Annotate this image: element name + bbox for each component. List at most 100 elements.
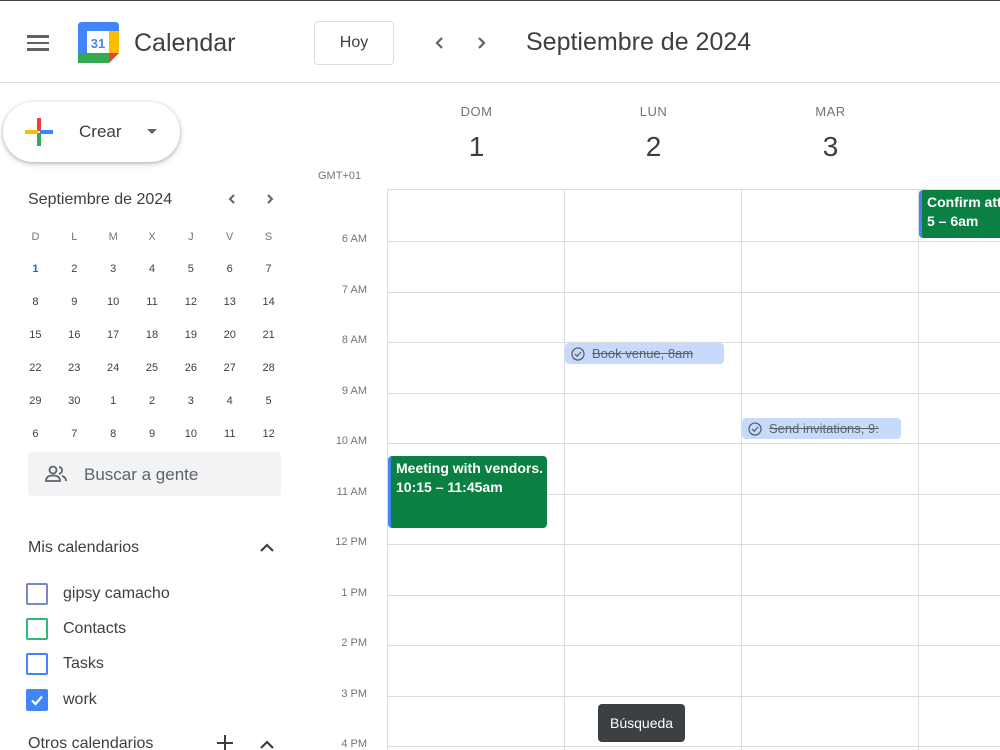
top-bar: 31 Calendar Hoy Septiembre de 2024	[0, 0, 1000, 83]
mini-calendar-day[interactable]: 28	[249, 353, 288, 383]
plus-icon	[25, 118, 53, 146]
logo-day: 31	[91, 36, 105, 51]
mini-calendar-day[interactable]: 8	[16, 287, 55, 317]
today-button[interactable]: Hoy	[314, 21, 394, 65]
next-week-button[interactable]	[465, 27, 497, 59]
mini-calendar-day[interactable]: 2	[133, 386, 172, 416]
mini-calendar-title: Septiembre de 2024	[28, 191, 173, 208]
mini-calendar-day[interactable]: 2	[55, 254, 94, 284]
mini-calendar-day[interactable]: 10	[94, 287, 133, 317]
mini-calendar-day[interactable]: 23	[55, 353, 94, 383]
calendar-checkbox[interactable]	[26, 653, 48, 675]
weekday-label: D	[31, 231, 40, 243]
create-button[interactable]: Crear	[3, 102, 180, 162]
day-header[interactable]: MAR 3	[742, 104, 919, 163]
mini-calendar-day[interactable]: 3	[171, 386, 210, 416]
mini-calendar-day[interactable]: 12	[249, 419, 288, 449]
mini-calendar-day[interactable]: 10	[171, 419, 210, 449]
day-number[interactable]: 1	[388, 131, 565, 163]
mini-calendar-day[interactable]: 7	[249, 254, 288, 284]
mini-calendar-weeks: 1 2 3 4 5 6 7 8 9 10 11 12 13 14 15 16 17 18 19 20 21 22 23 24 2…	[16, 252, 288, 450]
day-header[interactable]: LUN 2	[565, 104, 742, 163]
mini-calendar-day[interactable]: 1	[94, 386, 133, 416]
mini-calendar-day[interactable]: 16	[55, 320, 94, 350]
mini-calendar-day[interactable]: 21	[249, 320, 288, 350]
mini-calendar-day[interactable]: 11	[210, 419, 249, 449]
weekday-label: S	[264, 231, 273, 243]
day-number[interactable]: 3	[742, 131, 919, 163]
mini-calendar-day[interactable]: 22	[16, 353, 55, 383]
chevron-up-icon[interactable]	[258, 539, 276, 557]
calendar-event[interactable]: Meeting with vendors. 10:15 – 11:45am	[388, 456, 547, 528]
current-period-title: Septiembre de 2024	[526, 28, 752, 56]
hour-label: 12 PM	[335, 536, 367, 548]
calendar-list-item[interactable]: gipsy camacho	[26, 580, 170, 608]
task-done-icon	[571, 346, 585, 361]
event-time: 10:15 – 11:45am	[396, 479, 503, 495]
check-icon	[31, 695, 43, 706]
mini-calendar-day[interactable]: 19	[171, 320, 210, 350]
mini-calendar-day[interactable]: 12	[171, 287, 210, 317]
completed-task[interactable]: Book venue, 8am	[565, 343, 724, 364]
day-header[interactable]: DOM 1	[388, 104, 565, 163]
mini-calendar-day[interactable]: 30	[55, 386, 94, 416]
calendar-list-item[interactable]: Tasks	[26, 650, 104, 678]
mini-calendar-day[interactable]: 20	[210, 320, 249, 350]
hamburger-icon	[27, 35, 49, 38]
chevron-up-icon[interactable]	[258, 736, 276, 750]
mini-calendar-day[interactable]: 11	[133, 287, 172, 317]
mini-calendar-day[interactable]: 8	[94, 419, 133, 449]
weekday-label: M	[108, 231, 118, 243]
calendar-checkbox[interactable]	[26, 583, 48, 605]
mini-calendar-day[interactable]: 6	[210, 254, 249, 284]
mini-calendar-day[interactable]: 3	[94, 254, 133, 284]
main-menu-button[interactable]	[18, 23, 58, 63]
calendar-list-item[interactable]: work	[26, 686, 97, 714]
mini-calendar-day[interactable]: 18	[133, 320, 172, 350]
mini-calendar-prev-button[interactable]	[222, 189, 242, 210]
mini-calendar-day[interactable]: 14	[249, 287, 288, 317]
mini-calendar-day[interactable]: 5	[171, 254, 210, 284]
mini-calendar-day[interactable]: 13	[210, 287, 249, 317]
hour-label: 8 AM	[341, 334, 367, 346]
previous-week-button[interactable]	[424, 27, 456, 59]
mini-calendar-week: 1234567	[16, 252, 288, 285]
weekday-label: J	[188, 231, 194, 243]
weekday-label: V	[226, 231, 234, 243]
calendar-checkbox[interactable]	[26, 618, 48, 640]
mini-calendar-day[interactable]: 17	[94, 320, 133, 350]
calendar-list-item[interactable]: Contacts	[26, 615, 126, 643]
calendar-checkbox[interactable]	[26, 689, 48, 711]
mini-calendar-day[interactable]: 27	[210, 353, 249, 383]
week-grid[interactable]: Meeting with vendors. 10:15 – 11:45am Co…	[387, 189, 1000, 750]
people-search-input[interactable]: Buscar a gente	[28, 452, 281, 496]
day-name: LUN	[639, 104, 668, 119]
calendar-event[interactable]: Confirm att 5 – 6am	[919, 190, 1000, 238]
my-calendars-title: Mis calendarios	[28, 539, 140, 556]
mini-calendar-day[interactable]: 24	[94, 353, 133, 383]
mini-calendar-day[interactable]: 4	[210, 386, 249, 416]
hour-label: 11 AM	[336, 485, 367, 498]
mini-calendar-day[interactable]: 15	[16, 320, 55, 350]
hour-label: 7 AM	[341, 283, 367, 296]
mini-calendar-day[interactable]: 9	[133, 419, 172, 449]
hour-label: 4 PM	[341, 738, 367, 750]
completed-task[interactable]: Send invitations, 9:	[742, 418, 901, 439]
day-number[interactable]: 2	[565, 131, 742, 163]
mini-calendar-day[interactable]: 7	[55, 419, 94, 449]
event-title: Confirm att	[927, 194, 1000, 210]
mini-calendar-next-button[interactable]	[260, 189, 280, 210]
mini-calendar-day[interactable]: 5	[249, 386, 288, 416]
people-search-placeholder: Buscar a gente	[84, 465, 199, 484]
mini-calendar-day[interactable]: 29	[16, 386, 55, 416]
mini-calendar-today[interactable]: 1	[16, 253, 55, 284]
mini-calendar-grid: D L M X J V S 1 2 3 4 5 6 7 8 9 10 11 12 13 14 15 16 17 1…	[16, 222, 288, 450]
add-calendar-icon[interactable]	[215, 733, 235, 750]
mini-calendar-day[interactable]: 25	[133, 353, 172, 383]
hour-label: 9 AM	[341, 384, 367, 397]
mini-calendar-day[interactable]: 6	[16, 419, 55, 449]
create-label: Crear	[79, 122, 122, 141]
mini-calendar-day[interactable]: 9	[55, 287, 94, 317]
mini-calendar-day[interactable]: 4	[133, 254, 172, 284]
mini-calendar-day[interactable]: 26	[171, 353, 210, 383]
